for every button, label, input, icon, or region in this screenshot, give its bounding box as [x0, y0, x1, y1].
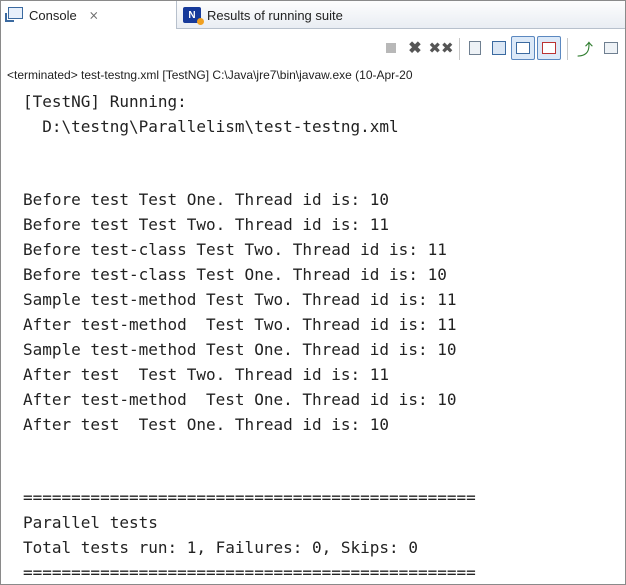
output-line: Before test Test Two. Thread id is: 11	[23, 215, 390, 234]
tab-console-label: Console	[29, 7, 77, 23]
launch-status: <terminated> test-testng.xml [TestNG] C:…	[7, 68, 413, 82]
pin-console-icon[interactable]: ⤴	[575, 38, 595, 59]
output-line: ========================================…	[23, 563, 476, 582]
output-line: Sample test-method Test One. Thread id i…	[23, 340, 457, 359]
testng-icon: N	[183, 7, 204, 25]
output-line: Before test-class Test One. Thread id is…	[23, 265, 447, 284]
output-line: D:\testng\Parallelism\test-testng.xml	[23, 117, 399, 136]
output-line: After test Test Two. Thread id is: 11	[23, 365, 390, 384]
output-line: [TestNG] Running:	[23, 92, 187, 111]
remove-launch-icon[interactable]: ✖	[405, 38, 425, 58]
output-line: After test-method Test One. Thread id is…	[23, 390, 457, 409]
tab-console[interactable]: Console ⨯	[1, 1, 177, 29]
terminate-icon[interactable]	[381, 38, 401, 58]
console-output[interactable]: [TestNG] Running: D:\testng\Parallelism\…	[1, 89, 625, 584]
scroll-lock-icon[interactable]	[465, 38, 485, 58]
output-line: After test-method Test Two. Thread id is…	[23, 315, 457, 334]
output-line: Total tests run: 1, Failures: 0, Skips: …	[23, 538, 418, 557]
tab-results-label: Results of running suite	[207, 7, 343, 23]
show-console-on-stderr-icon[interactable]	[537, 36, 561, 60]
output-line: Sample test-method Test Two. Thread id i…	[23, 290, 457, 309]
output-line: After test Test One. Thread id is: 10	[23, 415, 390, 434]
remove-all-terminated-icon[interactable]: ✖✖	[428, 38, 453, 58]
console-toolbar: ✖ ✖✖ ⤴	[1, 30, 625, 64]
open-console-icon[interactable]	[601, 38, 621, 58]
console-view: Console ⨯ N Results of running suite ✖ ✖…	[0, 0, 626, 585]
tab-strip: Console ⨯ N Results of running suite	[1, 1, 625, 29]
close-icon[interactable]: ⨯	[89, 8, 99, 22]
console-icon	[5, 7, 23, 23]
output-line: Before test-class Test Two. Thread id is…	[23, 240, 447, 259]
word-wrap-icon[interactable]	[489, 38, 509, 58]
show-console-on-stdout-icon[interactable]	[511, 36, 535, 60]
output-line: Parallel tests	[23, 513, 158, 532]
output-line: Before test Test One. Thread id is: 10	[23, 190, 390, 209]
tab-results[interactable]: N Results of running suite	[181, 1, 343, 29]
output-line: ========================================…	[23, 488, 476, 507]
toolbar-separator	[567, 38, 569, 60]
toolbar-separator	[459, 38, 461, 60]
